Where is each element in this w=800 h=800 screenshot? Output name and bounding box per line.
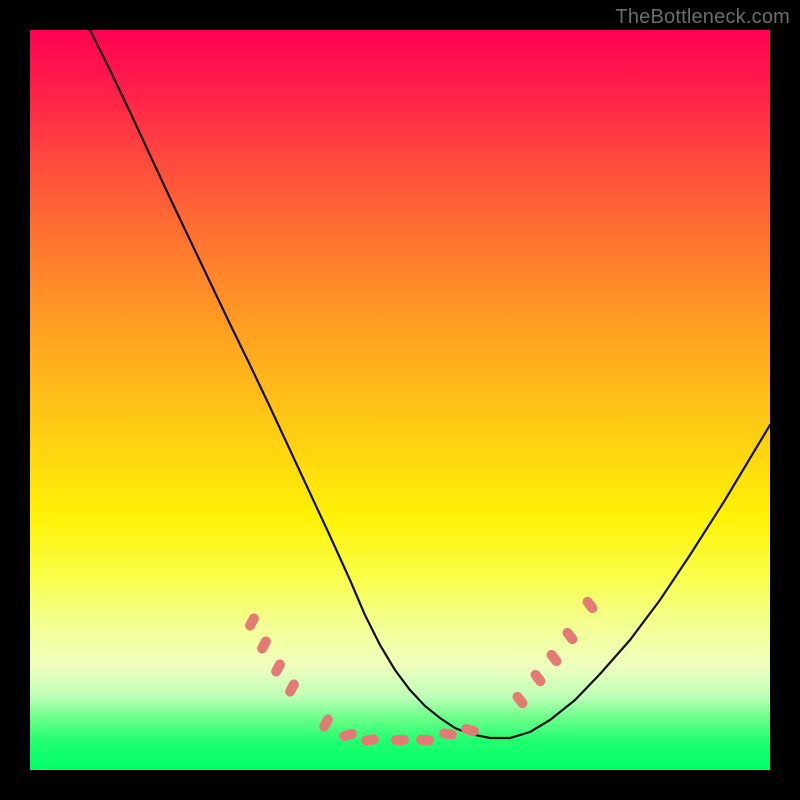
- highlight-dot: [561, 626, 580, 646]
- highlight-dot: [511, 690, 530, 710]
- highlight-dot: [581, 595, 600, 615]
- highlight-dot: [416, 734, 435, 745]
- highlight-dot: [255, 635, 272, 656]
- highlight-dot: [438, 728, 457, 741]
- bottleneck-curve-path: [90, 30, 770, 738]
- watermark-text: TheBottleneck.com: [615, 6, 790, 29]
- curve-svg: [30, 30, 770, 770]
- highlight-dot: [338, 728, 358, 742]
- highlight-markers-group: [243, 595, 599, 747]
- chart-stage: TheBottleneck.com: [0, 0, 800, 800]
- highlight-dot: [269, 658, 286, 679]
- highlight-dot: [545, 648, 564, 668]
- highlight-dot: [243, 612, 260, 633]
- highlight-dot: [391, 735, 409, 746]
- highlight-dot: [283, 678, 300, 699]
- highlight-dot: [529, 668, 548, 688]
- highlight-dot: [317, 713, 334, 734]
- plot-area: [30, 30, 770, 770]
- highlight-dot: [360, 734, 379, 747]
